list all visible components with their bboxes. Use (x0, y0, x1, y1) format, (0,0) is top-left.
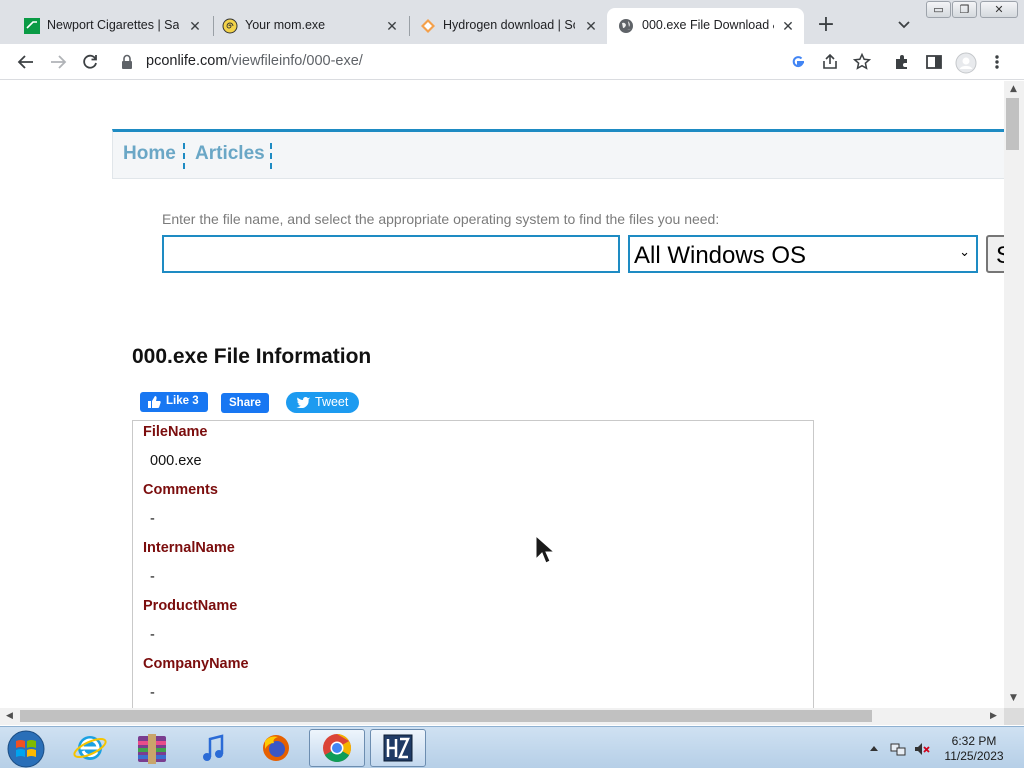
tab-title: 000.exe File Download & (642, 18, 774, 32)
close-icon: ✕ (994, 3, 1004, 16)
close-icon[interactable]: ✕ (779, 17, 797, 35)
url-path: /viewfileinfo/000-exe/ (227, 53, 363, 69)
os-selected-value: All Windows OS (634, 242, 807, 269)
nav-home-link[interactable]: Home (123, 143, 176, 165)
minimize-button[interactable]: ▭ (926, 1, 951, 18)
bookmark-star-icon[interactable] (852, 52, 872, 72)
file-name-search-input[interactable] (162, 235, 620, 273)
close-window-button[interactable]: ✕ (980, 1, 1018, 18)
tab-title: Newport Cigarettes | Sav (47, 18, 179, 32)
menu-kebab-icon[interactable] (990, 52, 1004, 72)
spiral-smiley-icon (222, 18, 238, 34)
like-count-label: Like 3 (166, 395, 199, 407)
url-host: pconlife.com (146, 53, 228, 69)
screen: Newport Cigarettes | Sav ✕ Your mom.exe … (0, 0, 1024, 768)
back-icon[interactable] (16, 52, 36, 72)
file-info-box: FileName 000.exe Comments - InternalName… (132, 420, 814, 708)
scrollbar-corner (1004, 708, 1024, 725)
tweet-label: Tweet (315, 395, 349, 409)
field-label-internalname: InternalName (143, 540, 235, 556)
windows-start-icon[interactable] (2, 729, 50, 768)
facebook-like-button[interactable]: Like 3 (140, 392, 208, 412)
os-select[interactable]: All Windows OS ⌄ (628, 235, 978, 273)
tab-newport[interactable]: Newport Cigarettes | Sav ✕ (0, 8, 213, 44)
tab-strip: Newport Cigarettes | Sav ✕ Your mom.exe … (0, 0, 1024, 44)
nav-divider (183, 143, 185, 169)
vertical-scrollbar[interactable]: ▲ ▼ (1004, 81, 1024, 708)
browser-toolbar: pconlife.com/viewfileinfo/000-exe/ (0, 44, 1024, 80)
show-hidden-icons-arrow-icon[interactable] (869, 741, 879, 757)
horizontal-scroll-thumb[interactable] (20, 710, 872, 722)
submit-label: S (996, 242, 1004, 270)
firefox-icon[interactable] (248, 729, 304, 767)
clock-time: 6:32 PM (951, 734, 997, 748)
maximize-button[interactable]: ❐ (952, 1, 977, 18)
field-value-companyname: - (150, 685, 155, 701)
tweet-button[interactable]: Tweet (286, 392, 359, 413)
web-page: Home Articles Enter the file name, and s… (0, 81, 1004, 708)
facebook-share-button[interactable]: Share (221, 393, 269, 413)
tab-your-mom[interactable]: Your mom.exe ✕ (198, 8, 410, 44)
nav-divider (270, 143, 272, 169)
field-label-companyname: CompanyName (143, 656, 249, 672)
vertical-scroll-thumb[interactable] (1006, 98, 1019, 150)
new-tab-button[interactable]: + (815, 14, 837, 36)
field-value-filename: 000.exe (150, 453, 202, 469)
chrome-icon[interactable] (309, 729, 365, 767)
extensions-icon[interactable] (892, 52, 912, 72)
tab-000-exe[interactable]: 000.exe File Download & ✕ (607, 8, 804, 44)
search-hint: Enter the file name, and select the appr… (162, 211, 720, 227)
tab-title: Hydrogen download | So (443, 18, 575, 32)
scroll-up-arrow-icon[interactable]: ▲ (1010, 84, 1017, 94)
mouse-cursor-icon (535, 535, 556, 564)
field-value-internalname: - (150, 569, 155, 585)
globe-icon (618, 18, 634, 34)
google-icon[interactable] (788, 52, 808, 72)
chevron-down-icon[interactable] (894, 14, 914, 34)
horizontal-scrollbar[interactable]: ◀ ▶ (0, 708, 1004, 725)
scroll-right-arrow-icon[interactable]: ▶ (990, 711, 997, 721)
thumbs-up-icon (148, 396, 161, 408)
tab-hydrogen[interactable]: Hydrogen download | So ✕ (396, 8, 608, 44)
scroll-left-arrow-icon[interactable]: ◀ (6, 711, 13, 721)
twitter-bird-icon (296, 397, 310, 408)
forward-icon[interactable] (48, 52, 68, 72)
taskbar-clock[interactable]: 6:32 PM 11/25/2023 (936, 734, 1012, 764)
side-panel-icon[interactable] (924, 52, 944, 72)
site-nav: Home Articles (112, 129, 1004, 179)
page-title: 000.exe File Information (132, 345, 372, 368)
internet-explorer-icon[interactable] (62, 729, 118, 767)
network-icon[interactable] (890, 741, 906, 757)
hz-app-icon[interactable] (370, 729, 426, 767)
volume-muted-icon[interactable] (914, 741, 930, 757)
close-icon[interactable]: ✕ (582, 17, 600, 35)
field-label-filename: FileName (143, 424, 208, 440)
tab-title: Your mom.exe (245, 18, 326, 32)
maximize-icon: ❐ (959, 3, 970, 16)
field-label-comments: Comments (143, 482, 218, 498)
clock-date: 11/25/2023 (944, 749, 1004, 763)
share-icon[interactable] (820, 52, 840, 72)
profile-avatar-icon[interactable] (955, 52, 977, 74)
itunes-icon[interactable] (186, 729, 242, 767)
diamond-icon (420, 18, 436, 34)
nav-articles-link[interactable]: Articles (195, 143, 265, 165)
chevron-down-icon: ⌄ (959, 245, 970, 260)
reload-icon[interactable] (80, 52, 100, 72)
winrar-icon[interactable] (124, 729, 180, 767)
scroll-down-arrow-icon[interactable]: ▼ (1010, 693, 1017, 703)
lock-icon[interactable] (120, 53, 134, 73)
newport-icon (24, 18, 40, 34)
address-bar[interactable]: pconlife.com/viewfileinfo/000-exe/ (146, 53, 363, 69)
field-value-comments: - (150, 511, 155, 527)
field-label-productname: ProductName (143, 598, 238, 614)
field-value-productname: - (150, 627, 155, 643)
search-submit-button[interactable]: S (986, 235, 1004, 273)
windows-taskbar: 6:32 PM 11/25/2023 (0, 726, 1024, 768)
minimize-icon: ▭ (933, 3, 944, 16)
